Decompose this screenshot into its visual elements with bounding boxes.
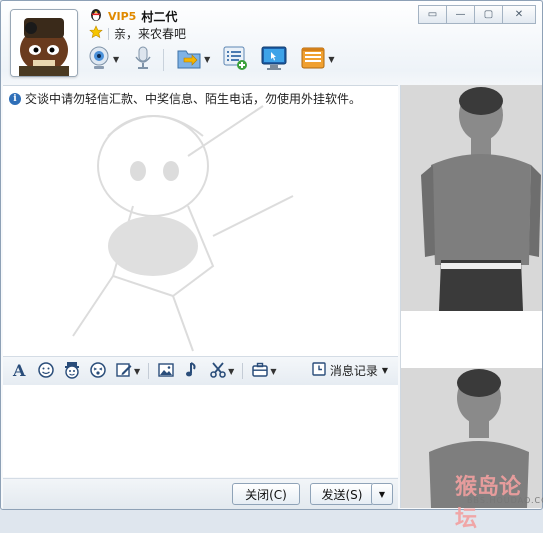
- chevron-down-icon[interactable]: ▼: [134, 367, 140, 376]
- chevron-down-icon[interactable]: ▼: [328, 55, 334, 64]
- format-toolbar: A ▼ ▼ ▼ 消息记录 ▼: [3, 356, 398, 386]
- folder-send-icon: [176, 46, 202, 73]
- remote-assist-button[interactable]: [260, 45, 288, 74]
- maximize-icon: ▢: [483, 9, 494, 20]
- chevron-down-icon[interactable]: ▼: [228, 367, 234, 376]
- video-call-button[interactable]: ▼: [87, 45, 119, 74]
- chevron-down-icon[interactable]: ▼: [270, 367, 276, 376]
- star-icon: [89, 25, 103, 42]
- contact-signature: 亲，来农春吧: [114, 27, 187, 41]
- close-window-button[interactable]: ✕: [502, 5, 536, 24]
- music-icon: [183, 361, 201, 382]
- skin-icon: ▭: [427, 9, 438, 20]
- create-discussion-button[interactable]: [222, 45, 248, 74]
- minimize-icon: —: [455, 9, 466, 20]
- clock-icon: [312, 362, 326, 379]
- vip-badge[interactable]: VIP5: [108, 10, 136, 23]
- signature-row: 亲，来农春吧: [89, 25, 186, 42]
- app-box-icon: [300, 45, 326, 74]
- chevron-down-icon[interactable]: ▼: [204, 55, 210, 64]
- chat-toolbar: ▼ ▼ ▼: [87, 45, 346, 74]
- screenshot-button[interactable]: ▼: [209, 361, 234, 382]
- magic-face-button[interactable]: [63, 361, 81, 382]
- send-file-button[interactable]: ▼: [176, 46, 210, 73]
- font-icon: A: [11, 361, 29, 382]
- shake-icon: [89, 361, 107, 382]
- contact-name[interactable]: 村二代: [141, 8, 177, 25]
- avatar[interactable]: [10, 9, 78, 77]
- svg-text:A: A: [12, 361, 26, 379]
- image-icon: [157, 361, 175, 382]
- chevron-down-icon[interactable]: ▼: [113, 55, 119, 64]
- contact-name-row: VIP5 村二代: [89, 8, 177, 25]
- music-button[interactable]: [183, 361, 201, 382]
- webcam-icon: [87, 45, 111, 74]
- chat-background-figure: [13, 96, 313, 356]
- security-notice-text: 交谈中请勿轻信汇款、中奖信息、陌生电话，勿使用外挂软件。: [25, 92, 362, 106]
- info-icon: i: [9, 92, 21, 105]
- smiley-icon: [37, 361, 55, 382]
- security-notice: i 交谈中请勿轻信汇款、中奖信息、陌生电话，勿使用外挂软件。: [9, 90, 361, 107]
- app-box-button[interactable]: ▼: [300, 45, 334, 74]
- send-button[interactable]: 发送(S): [310, 483, 374, 505]
- discussion-add-icon: [222, 45, 248, 74]
- bottom-bar: 关闭(C) 发送(S) ▼: [3, 478, 398, 509]
- chevron-down-icon: ▼: [378, 489, 386, 499]
- shake-button[interactable]: [89, 361, 107, 382]
- scissors-icon: [209, 361, 227, 382]
- emoji-button[interactable]: [37, 361, 55, 382]
- close-button[interactable]: 关闭(C): [232, 483, 300, 505]
- briefcase-icon: [251, 361, 269, 382]
- image-button[interactable]: [157, 361, 175, 382]
- skin-button[interactable]: ▭: [418, 5, 447, 24]
- message-input[interactable]: [3, 385, 398, 477]
- qq-penguin-icon: [89, 8, 103, 25]
- monitor-icon: [260, 45, 288, 74]
- microphone-icon: [131, 45, 155, 74]
- watermark-url: BBS.HOUDAO.COM: [467, 496, 543, 505]
- minimize-button[interactable]: —: [446, 5, 475, 24]
- contact-show-panel: 猴岛论坛 BBS.HOUDAO.COM: [400, 85, 543, 532]
- message-history-label: 消息记录: [329, 364, 378, 378]
- close-icon: ✕: [514, 9, 524, 20]
- message-history-button[interactable]: 消息记录 ▼: [312, 362, 388, 379]
- window-controls: ▭ — ▢ ✕: [418, 5, 536, 24]
- more-tools-button[interactable]: ▼: [251, 361, 276, 382]
- message-history-area[interactable]: i 交谈中请勿轻信汇款、中奖信息、陌生电话，勿使用外挂软件。: [3, 85, 398, 356]
- voice-call-button[interactable]: [131, 45, 165, 74]
- font-button[interactable]: A: [11, 361, 29, 382]
- chevron-down-icon: ▼: [381, 366, 388, 375]
- handwriting-icon: [115, 361, 133, 382]
- chat-window: VIP5 村二代 亲，来农春吧 ▼ ▼ ▼ ▭ — ▢ ✕ i 交谈中请勿轻信汇…: [0, 0, 543, 532]
- title-bar: VIP5 村二代 亲，来农春吧 ▼ ▼ ▼ ▭ — ▢ ✕: [1, 1, 542, 81]
- magic-face-icon: [63, 361, 81, 382]
- contact-show-photo: [401, 85, 542, 311]
- handwriting-button[interactable]: ▼: [115, 361, 140, 382]
- send-options-button[interactable]: ▼: [371, 483, 393, 505]
- maximize-button[interactable]: ▢: [474, 5, 503, 24]
